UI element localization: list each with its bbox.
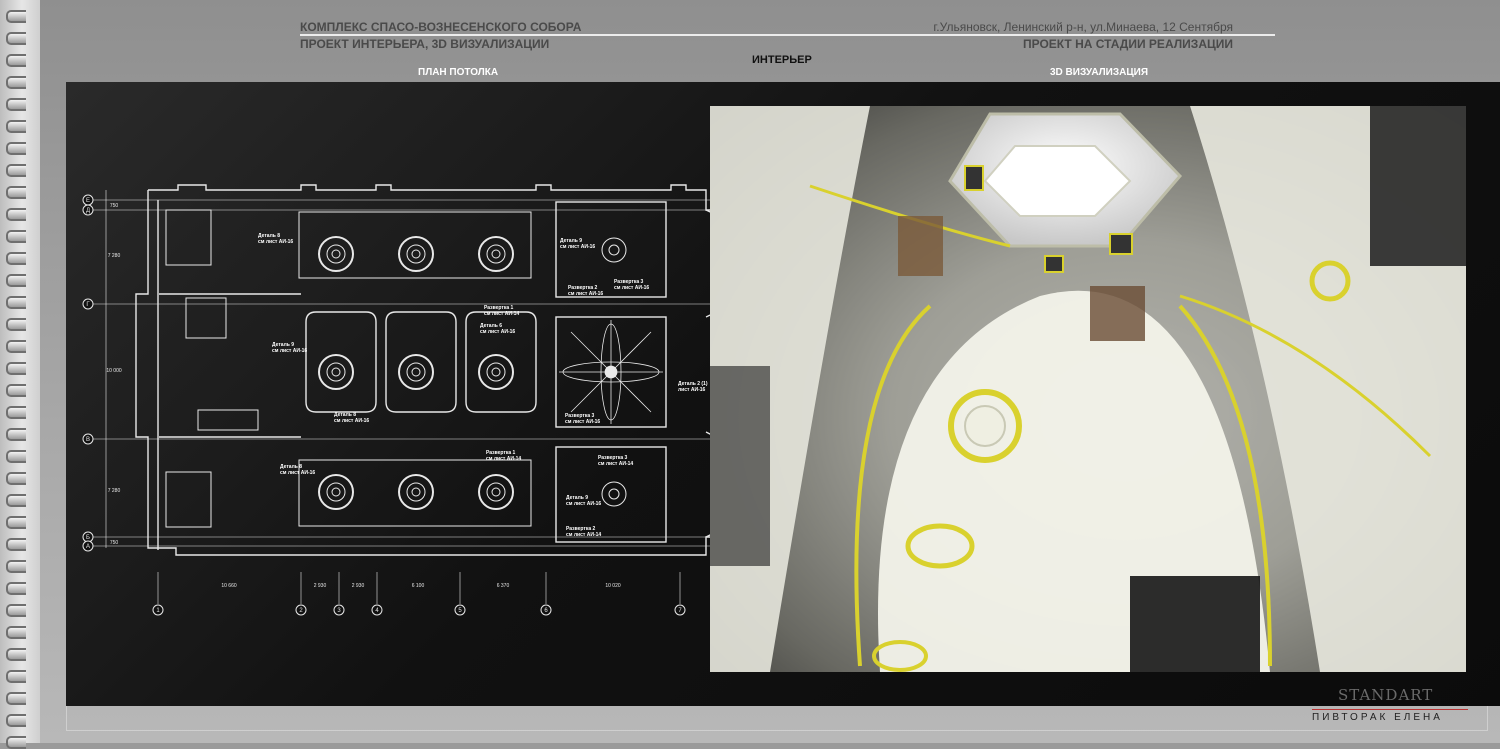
section-title: ИНТЕРЬЕР [752, 54, 812, 66]
binding-ring [6, 604, 26, 617]
binding-ring [6, 428, 26, 441]
plan-label: ПЛАН ПОТОЛКА [418, 67, 499, 78]
binding-ring [6, 472, 26, 485]
binding-ring [6, 296, 26, 309]
binding-ring [6, 76, 26, 89]
dimension-labels: 10 660 2 930 2 930 6 100 6 370 10 020 75… [106, 203, 621, 589]
binding-ring [6, 670, 26, 683]
binding-ring [6, 340, 26, 353]
binding-ring [6, 538, 26, 551]
dimension-label: 7 280 [108, 253, 121, 259]
project-title: КОМПЛЕКС СПАСО-ВОЗНЕСЕНСКОГО СОБОРА [300, 20, 582, 34]
dimension-label: 10 000 [106, 368, 122, 374]
axis-row-label: Е [86, 198, 90, 204]
callout-ref: см лист АИ-16 [280, 470, 315, 476]
binding-ring [6, 208, 26, 221]
binding-ring [6, 120, 26, 133]
dimension-label: 6 100 [412, 583, 425, 589]
callout-ref: см лист АИ-14 [598, 461, 633, 467]
binding-ring [6, 582, 26, 595]
binding-ring [6, 450, 26, 463]
dome-render-illustration [710, 106, 1466, 672]
sheet: КОМПЛЕКС СПАСО-ВОЗНЕСЕНСКОГО СОБОРА ПРОЕ… [40, 0, 1500, 743]
callout-ref: см лист АИ-16 [614, 285, 649, 291]
presentation-panel: Е Д Г В Б А 1 2 3 4 5 6 7 10 660 2 930 2… [66, 82, 1500, 706]
binding-ring [6, 10, 26, 23]
footer-frame [66, 706, 1488, 731]
axis-bubbles [82, 194, 686, 616]
studio-logo: STANDART [1338, 686, 1434, 704]
binding-ring [6, 252, 26, 265]
dimension-label: 750 [110, 203, 119, 209]
callout-ref: лист АИ-16 [678, 387, 706, 393]
binding-ring [6, 692, 26, 705]
dimension-label: 10 020 [605, 583, 621, 589]
axis-row-label: В [86, 437, 90, 443]
binding-ring [6, 384, 26, 397]
dimension-label: 7 280 [108, 488, 121, 494]
callout-ref: см лист АИ-16 [565, 419, 600, 425]
callout-ref: см лист АИ-16 [258, 239, 293, 245]
dimension-label: 6 370 [497, 583, 510, 589]
binding-ring [6, 98, 26, 111]
callout-ref: см лист АИ-16 [568, 291, 603, 297]
binding-ring [6, 230, 26, 243]
interior-render [710, 106, 1466, 672]
binding-ring [6, 274, 26, 287]
logo-underline [1312, 709, 1468, 710]
binding-ring [6, 560, 26, 573]
project-address: г.Ульяновск, Ленинский р-н, ул.Минаева, … [933, 20, 1233, 34]
binding-ring [6, 186, 26, 199]
spiral-binding [0, 0, 40, 749]
axis-row-label: Д [86, 208, 90, 214]
dimension-label: 10 660 [221, 583, 237, 589]
dimension-label: 2 930 [352, 583, 365, 589]
callout-ref: см лист АИ-16 [566, 501, 601, 507]
axis-row-label: А [86, 544, 90, 550]
binding-ring [6, 714, 26, 727]
project-subtitle: ПРОЕКТ ИНТЕРЬЕРА, 3D ВИЗУАЛИЗАЦИИ [300, 37, 550, 51]
binding-ring [6, 142, 26, 155]
callout-ref: см лист АИ-16 [560, 244, 595, 250]
binding-ring [6, 406, 26, 419]
author-name: ПИВТОРАК ЕЛЕНА [1312, 712, 1443, 723]
binding-ring [6, 32, 26, 45]
callout-ref: см лист АИ-16 [272, 348, 307, 354]
binding-ring [6, 494, 26, 507]
binding-ring [6, 164, 26, 177]
binding-ring [6, 626, 26, 639]
callout-ref: см лист АИ-14 [566, 532, 601, 538]
callout-ref: см лист АИ-16 [480, 329, 515, 335]
binding-ring [6, 516, 26, 529]
callout-ref: см лист АИ-16 [334, 418, 369, 424]
callout-ref: см лист АИ-14 [486, 456, 521, 462]
binding-ring [6, 362, 26, 375]
binding-ring [6, 318, 26, 331]
dimension-label: 2 930 [314, 583, 327, 589]
project-status: ПРОЕКТ НА СТАДИИ РЕАЛИЗАЦИИ [1022, 37, 1233, 51]
dimension-label: 750 [110, 540, 119, 546]
binding-ring [6, 54, 26, 67]
callout-ref: см лист АИ-14 [484, 311, 519, 317]
binding-ring [6, 648, 26, 661]
render-label: 3D ВИЗУАЛИЗАЦИЯ [1050, 67, 1149, 78]
plan-walls [135, 184, 755, 556]
axis-row-label: Б [86, 535, 90, 541]
header-rule [300, 34, 1275, 36]
